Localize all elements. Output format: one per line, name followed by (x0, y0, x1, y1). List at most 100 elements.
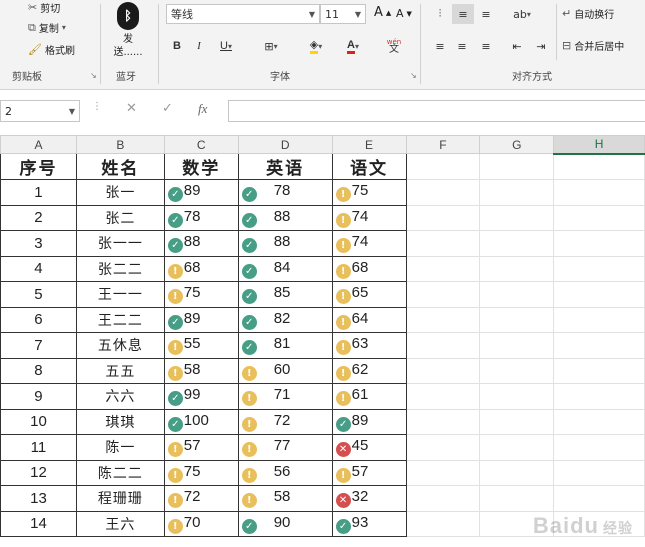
score-cell-chn[interactable]: ! 64 (331, 306, 407, 333)
score-cell-math[interactable]: ! 68 (163, 255, 239, 282)
empty-cell[interactable] (405, 485, 481, 512)
column-header-c[interactable]: C (163, 135, 239, 154)
empty-cell[interactable] (553, 230, 645, 257)
name-cell[interactable]: 五休息 (75, 332, 165, 359)
empty-cell[interactable] (479, 306, 555, 333)
wrap-text-button[interactable]: ↵ 自动换行 (562, 6, 614, 21)
score-cell-eng[interactable]: ✓ 84 (237, 255, 333, 282)
column-header-d[interactable]: D (237, 135, 333, 154)
column-header-b[interactable]: B (75, 135, 165, 154)
empty-cell[interactable] (553, 459, 645, 486)
empty-cell[interactable] (405, 434, 481, 461)
score-cell-math[interactable]: ! 55 (163, 332, 239, 359)
empty-cell[interactable] (405, 510, 481, 537)
empty-cell[interactable] (405, 153, 481, 180)
empty-cell[interactable] (553, 204, 645, 231)
italic-button[interactable]: I (192, 37, 206, 55)
insert-function-button[interactable]: fx (198, 101, 207, 117)
empty-cell[interactable] (405, 459, 481, 486)
header-cell[interactable]: 序号 (0, 153, 77, 180)
score-cell-chn[interactable]: ! 65 (331, 281, 407, 308)
header-cell[interactable]: 语文 (331, 153, 407, 180)
shrink-font-button[interactable]: A ▼ (396, 7, 412, 20)
score-cell-eng[interactable]: ✓ 88 (237, 204, 333, 231)
name-cell[interactable]: 王一一 (75, 281, 165, 308)
align-left-button[interactable]: ≡ (430, 37, 450, 55)
score-cell-math[interactable]: ! 57 (163, 434, 239, 461)
id-cell[interactable]: 10 (0, 408, 77, 435)
score-cell-math[interactable]: ! 58 (163, 357, 239, 384)
cut-button[interactable]: ✂ 剪切 (28, 0, 60, 15)
score-cell-chn[interactable]: ! 75 (331, 179, 407, 206)
score-cell-eng[interactable]: ! 77 (237, 434, 333, 461)
name-cell[interactable]: 琪琪 (75, 408, 165, 435)
align-center-button[interactable]: ≡ (452, 37, 472, 55)
id-cell[interactable]: 6 (0, 306, 77, 333)
empty-cell[interactable] (479, 459, 555, 486)
empty-cell[interactable] (479, 153, 555, 180)
score-cell-math[interactable]: ! 72 (163, 485, 239, 512)
empty-cell[interactable] (405, 179, 481, 206)
header-cell[interactable]: 姓名 (75, 153, 165, 180)
align-middle-button[interactable]: ≡ (452, 4, 474, 24)
align-right-button[interactable]: ≡ (476, 37, 496, 55)
column-header-f[interactable]: F (405, 135, 481, 154)
empty-cell[interactable] (553, 179, 645, 206)
score-cell-chn[interactable]: ! 74 (331, 204, 407, 231)
name-cell[interactable]: 陈二二 (75, 459, 165, 486)
fill-color-button[interactable]: ◈ ▾ (300, 37, 332, 55)
score-cell-eng[interactable]: ✓ 81 (237, 332, 333, 359)
name-cell[interactable]: 五五 (75, 357, 165, 384)
score-cell-chn[interactable]: ✕ 45 (331, 434, 407, 461)
name-cell[interactable]: 张二 (75, 204, 165, 231)
empty-cell[interactable] (479, 383, 555, 410)
score-cell-eng[interactable]: ✓ 88 (237, 230, 333, 257)
empty-cell[interactable] (479, 230, 555, 257)
column-header-h[interactable]: H (553, 135, 645, 155)
score-cell-math[interactable]: ! 70 (163, 510, 239, 537)
score-cell-eng[interactable]: ✓ 85 (237, 281, 333, 308)
copy-button[interactable]: ⧉ 复制 ▾ (28, 20, 66, 36)
empty-cell[interactable] (405, 408, 481, 435)
grow-font-button[interactable]: A ▲ (374, 5, 391, 20)
name-cell[interactable]: 王二二 (75, 306, 165, 333)
id-cell[interactable]: 12 (0, 459, 77, 486)
empty-cell[interactable] (405, 230, 481, 257)
align-top-button[interactable]: ⫶ (430, 5, 450, 23)
empty-cell[interactable] (553, 153, 645, 180)
empty-cell[interactable] (405, 306, 481, 333)
empty-cell[interactable] (479, 485, 555, 512)
decrease-indent-button[interactable]: ⇤ (506, 37, 528, 55)
id-cell[interactable]: 14 (0, 510, 77, 537)
id-cell[interactable]: 2 (0, 204, 77, 231)
empty-cell[interactable] (479, 357, 555, 384)
empty-cell[interactable] (553, 485, 645, 512)
empty-cell[interactable] (479, 332, 555, 359)
bluetooth-icon[interactable]: ᛒ (117, 2, 139, 30)
score-cell-eng[interactable]: ! 58 (237, 485, 333, 512)
score-cell-eng[interactable]: ! 71 (237, 383, 333, 410)
empty-cell[interactable] (553, 306, 645, 333)
empty-cell[interactable] (553, 332, 645, 359)
borders-button[interactable]: ⊞ ▾ (256, 37, 286, 55)
empty-cell[interactable] (479, 179, 555, 206)
id-cell[interactable]: 7 (0, 332, 77, 359)
score-cell-chn[interactable]: ! 62 (331, 357, 407, 384)
empty-cell[interactable] (479, 281, 555, 308)
cancel-icon[interactable]: ✕ (126, 101, 137, 116)
name-cell[interactable]: 张一 (75, 179, 165, 206)
empty-cell[interactable] (405, 255, 481, 282)
empty-cell[interactable] (553, 281, 645, 308)
font-size-select[interactable]: 11 ▼ (320, 4, 366, 24)
id-cell[interactable]: 4 (0, 255, 77, 282)
score-cell-eng[interactable]: ✓ 78 (237, 179, 333, 206)
score-cell-chn[interactable]: ! 68 (331, 255, 407, 282)
score-cell-math[interactable]: ! 75 (163, 459, 239, 486)
empty-cell[interactable] (479, 255, 555, 282)
formula-input[interactable] (228, 100, 645, 122)
score-cell-chn[interactable]: ! 63 (331, 332, 407, 359)
dialog-launcher-icon[interactable]: ↘ (90, 71, 97, 80)
underline-button[interactable]: U ▾ (214, 37, 238, 55)
increase-indent-button[interactable]: ⇥ (530, 37, 552, 55)
name-cell[interactable]: 张一一 (75, 230, 165, 257)
